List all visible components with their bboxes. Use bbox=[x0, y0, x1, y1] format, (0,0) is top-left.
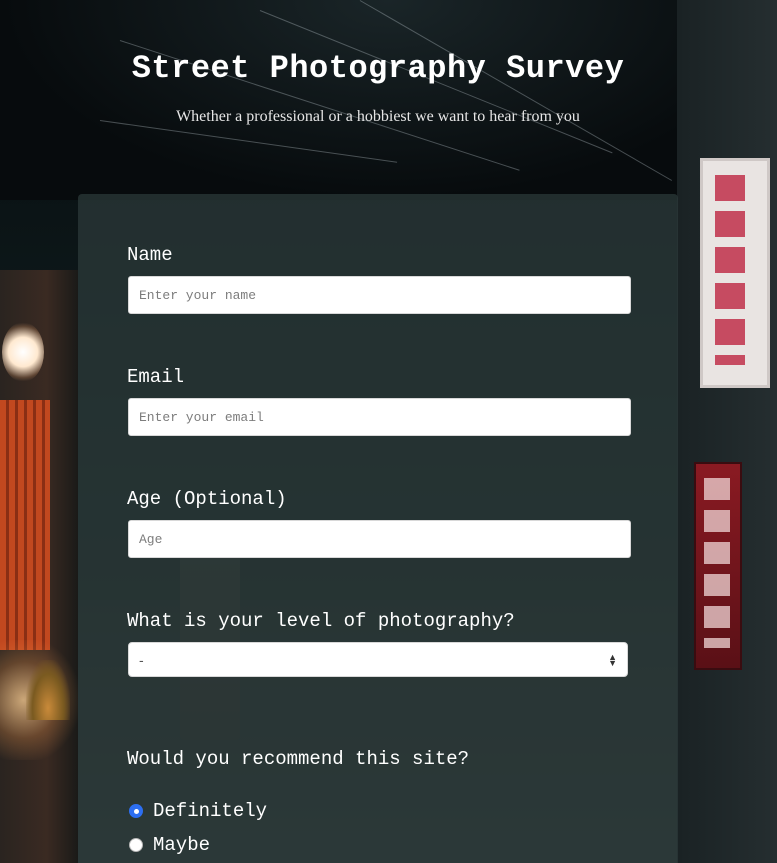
radio-button-checked[interactable] bbox=[129, 804, 143, 818]
potted-plant bbox=[26, 660, 70, 720]
right-building bbox=[677, 0, 777, 863]
recommend-label: Would you recommend this site? bbox=[127, 748, 470, 770]
recommend-option-definitely[interactable]: Definitely bbox=[129, 800, 267, 822]
radio-button[interactable] bbox=[129, 838, 143, 852]
name-label: Name bbox=[127, 244, 173, 266]
vertical-shop-sign-white bbox=[700, 158, 770, 388]
email-label: Email bbox=[127, 366, 185, 388]
up-down-arrows-icon: ▲ ▼ bbox=[608, 651, 617, 668]
age-label: Age (Optional) bbox=[127, 488, 287, 510]
page-title: Street Photography Survey bbox=[131, 50, 625, 87]
level-select[interactable]: - ▲ ▼ bbox=[128, 642, 628, 677]
recommend-option-label: Definitely bbox=[153, 800, 268, 822]
email-input[interactable] bbox=[128, 398, 631, 436]
survey-form: Name Email Age (Optional) What is your l… bbox=[78, 194, 678, 863]
level-select-value: - bbox=[139, 651, 144, 668]
age-input[interactable] bbox=[128, 520, 631, 558]
vertical-shop-sign-red bbox=[694, 462, 742, 670]
shop-shutter bbox=[0, 400, 50, 650]
recommend-option-maybe[interactable]: Maybe bbox=[129, 834, 210, 856]
recommend-option-label: Maybe bbox=[153, 834, 211, 856]
level-label: What is your level of photography? bbox=[127, 610, 515, 632]
street-lamp bbox=[2, 322, 44, 382]
name-input[interactable] bbox=[128, 276, 631, 314]
night-sky bbox=[0, 0, 777, 200]
page-subtitle: Whether a professional or a hobbiest we … bbox=[176, 108, 580, 125]
